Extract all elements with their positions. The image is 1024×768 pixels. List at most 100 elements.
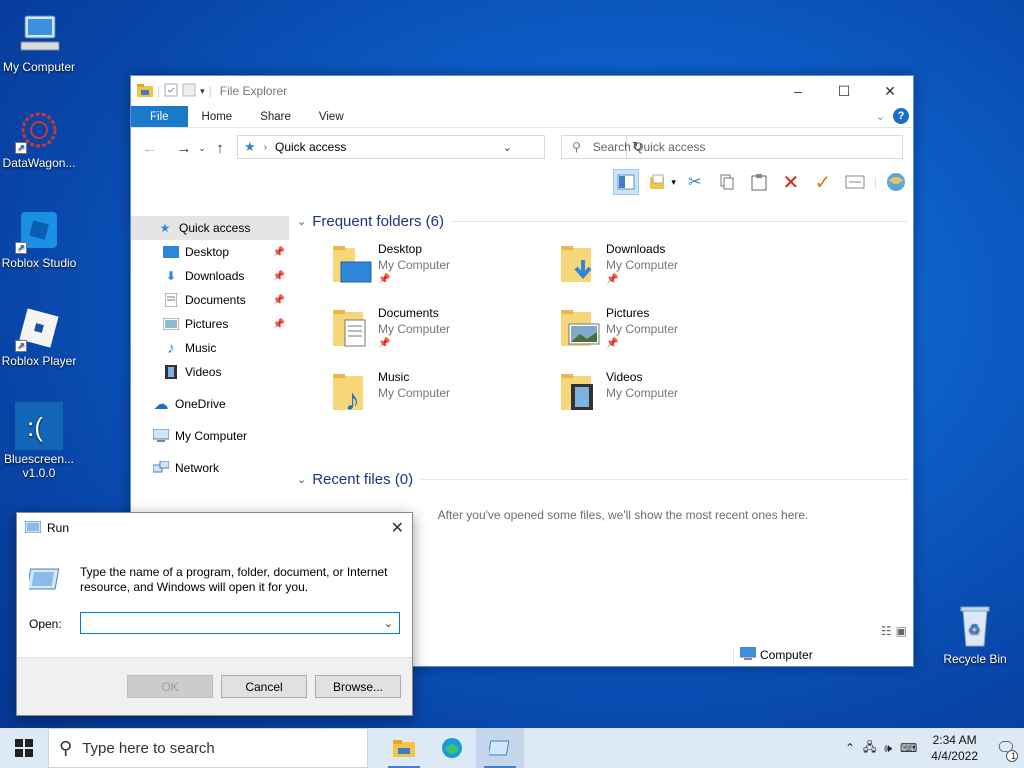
- open-label: Open:: [29, 617, 62, 631]
- tab-home[interactable]: Home: [188, 106, 247, 127]
- desktop-icon-datawagon[interactable]: ↗ DataWagon...: [0, 106, 78, 170]
- folder-location: My Computer: [378, 322, 451, 336]
- pin-icon: 📌: [272, 246, 285, 258]
- maximize-button[interactable]: ☐: [821, 76, 867, 106]
- recent-locations-chevron-icon[interactable]: ⌄: [195, 143, 209, 154]
- properties-icon[interactable]: [164, 83, 178, 100]
- folder-videos[interactable]: Videos My Computer: [559, 370, 779, 430]
- desktop-icon-roblox-studio[interactable]: ↗ Roblox Studio: [0, 206, 78, 270]
- taskbar-file-explorer[interactable]: [380, 728, 428, 768]
- address-bar[interactable]: ★ › Quick access ⌄ ↻: [237, 135, 643, 159]
- globe-icon[interactable]: [883, 169, 909, 195]
- properties-card-icon[interactable]: [842, 169, 868, 195]
- run-title-bar: Run ✕: [17, 513, 412, 543]
- frequent-folders-header[interactable]: ⌄ Frequent folders (6): [293, 210, 913, 232]
- search-input[interactable]: ⚲ Search Quick access: [561, 135, 903, 159]
- folder-location: My Computer: [606, 258, 679, 272]
- taskbar-search-input[interactable]: ⚲ Type here to search: [48, 728, 368, 768]
- desktop-icon-bluescreen[interactable]: :( Bluescreen... v1.0.0: [0, 402, 78, 480]
- rename-check-icon[interactable]: ✓: [810, 169, 836, 195]
- minimize-button[interactable]: –: [775, 76, 821, 106]
- desktop-icon-label: My Computer: [2, 60, 76, 74]
- close-button[interactable]: ✕: [867, 76, 913, 106]
- keyboard-icon[interactable]: ⌨: [896, 741, 921, 755]
- start-button[interactable]: [0, 728, 48, 768]
- documents-folder-icon: [331, 308, 373, 350]
- folder-music[interactable]: ♪ Music My Computer: [331, 370, 551, 430]
- folder-name: Documents: [378, 306, 439, 320]
- pin-icon: 📌: [272, 294, 285, 306]
- clock[interactable]: 2:34 AM 4/4/2022: [921, 732, 988, 764]
- copy-icon[interactable]: [714, 169, 740, 195]
- notification-button[interactable]: 🗨 1: [988, 728, 1024, 768]
- browse-button[interactable]: Browse...: [315, 675, 401, 698]
- taskbar-run[interactable]: [476, 728, 524, 768]
- run-icon: [24, 520, 42, 536]
- tab-share[interactable]: Share: [246, 106, 305, 127]
- sidebar-item-onedrive[interactable]: ☁ OneDrive: [131, 392, 289, 416]
- run-title: Run: [47, 521, 70, 535]
- folder-downloads[interactable]: Downloads My Computer 📌: [559, 242, 779, 302]
- close-button[interactable]: ✕: [391, 518, 404, 538]
- title-bar: | ▾ | File Explorer – ☐ ✕: [131, 76, 913, 106]
- video-icon: [163, 365, 179, 379]
- folder-name: Pictures: [606, 306, 650, 320]
- sidebar-item-pictures[interactable]: Pictures 📌: [131, 312, 289, 336]
- delete-icon[interactable]: ✕: [778, 169, 804, 195]
- sidebar-item-videos[interactable]: Videos: [131, 360, 289, 384]
- up-button[interactable]: ↑: [209, 140, 231, 157]
- ok-button[interactable]: OK: [127, 675, 213, 698]
- desktop-icon-hidden[interactable]: [0, 500, 14, 580]
- sidebar-item-label: Network: [175, 461, 220, 475]
- tab-file[interactable]: File: [131, 106, 188, 127]
- address-dropdown-icon[interactable]: ⌄: [503, 141, 512, 154]
- sidebar-item-quick-access[interactable]: ★ Quick access: [131, 216, 289, 240]
- desktop-icon-label: Roblox Player: [1, 354, 77, 368]
- star-icon: ★: [159, 221, 171, 235]
- folder-desktop[interactable]: Desktop My Computer 📌: [331, 242, 551, 302]
- cancel-button[interactable]: Cancel: [221, 675, 307, 698]
- volume-icon[interactable]: 🕪: [880, 741, 896, 756]
- paste-icon[interactable]: [746, 169, 772, 195]
- back-button[interactable]: ←: [139, 140, 161, 157]
- downloads-folder-icon: [559, 244, 601, 286]
- chevron-down-icon: ⌄: [297, 473, 307, 486]
- folder-location: My Computer: [606, 322, 679, 336]
- folder-name: Videos: [606, 370, 643, 384]
- sidebar-item-network[interactable]: Network: [131, 456, 289, 480]
- tab-view[interactable]: View: [305, 106, 358, 127]
- sidebar-item-downloads[interactable]: ⬇ Downloads 📌: [131, 264, 289, 288]
- folder-pictures[interactable]: Pictures My Computer 📌: [559, 306, 779, 366]
- cut-icon[interactable]: ✂: [682, 169, 708, 195]
- sidebar-item-my-computer[interactable]: My Computer: [131, 424, 289, 448]
- chevron-down-icon[interactable]: ⌄: [384, 617, 393, 630]
- desktop-icon-roblox-player[interactable]: ↗ Roblox Player: [0, 304, 78, 368]
- taskbar-edge[interactable]: [428, 728, 476, 768]
- chevron-down-icon[interactable]: ▾: [671, 177, 676, 188]
- picture-icon: [163, 317, 179, 331]
- open-input[interactable]: ⌄: [80, 612, 400, 634]
- details-view-icon[interactable]: ☷: [881, 624, 892, 638]
- recent-files-header[interactable]: ⌄ Recent files (0): [293, 468, 913, 490]
- breadcrumb-separator-icon: ›: [263, 141, 267, 153]
- desktop-icon-recycle-bin[interactable]: ♻ Recycle Bin: [936, 602, 1014, 666]
- new-folder-icon[interactable]: [182, 83, 196, 100]
- network-icon[interactable]: 🖧: [859, 738, 880, 759]
- layout-icon[interactable]: [645, 169, 671, 195]
- desktop-icon-my-computer[interactable]: My Computer: [0, 10, 78, 74]
- folder-documents[interactable]: Documents My Computer 📌: [331, 306, 551, 366]
- group-title: Frequent folders (6): [312, 212, 444, 230]
- sidebar-item-music[interactable]: ♪ Music: [131, 336, 289, 360]
- forward-button[interactable]: →: [173, 140, 195, 157]
- large-icons-view-icon[interactable]: ▣: [896, 624, 907, 638]
- sidebar-item-desktop[interactable]: Desktop 📌: [131, 240, 289, 264]
- expand-ribbon-icon[interactable]: ⌄: [876, 110, 885, 123]
- search-placeholder: Search Quick access: [592, 140, 706, 154]
- chevron-up-icon[interactable]: ⌃: [841, 741, 859, 755]
- svg-text:♪: ♪: [345, 384, 360, 414]
- clock-time: 2:34 AM: [932, 733, 977, 747]
- preview-pane-icon[interactable]: [613, 169, 640, 195]
- help-icon[interactable]: ?: [893, 108, 909, 124]
- chevron-down-icon[interactable]: ▾: [200, 86, 205, 97]
- sidebar-item-documents[interactable]: Documents 📌: [131, 288, 289, 312]
